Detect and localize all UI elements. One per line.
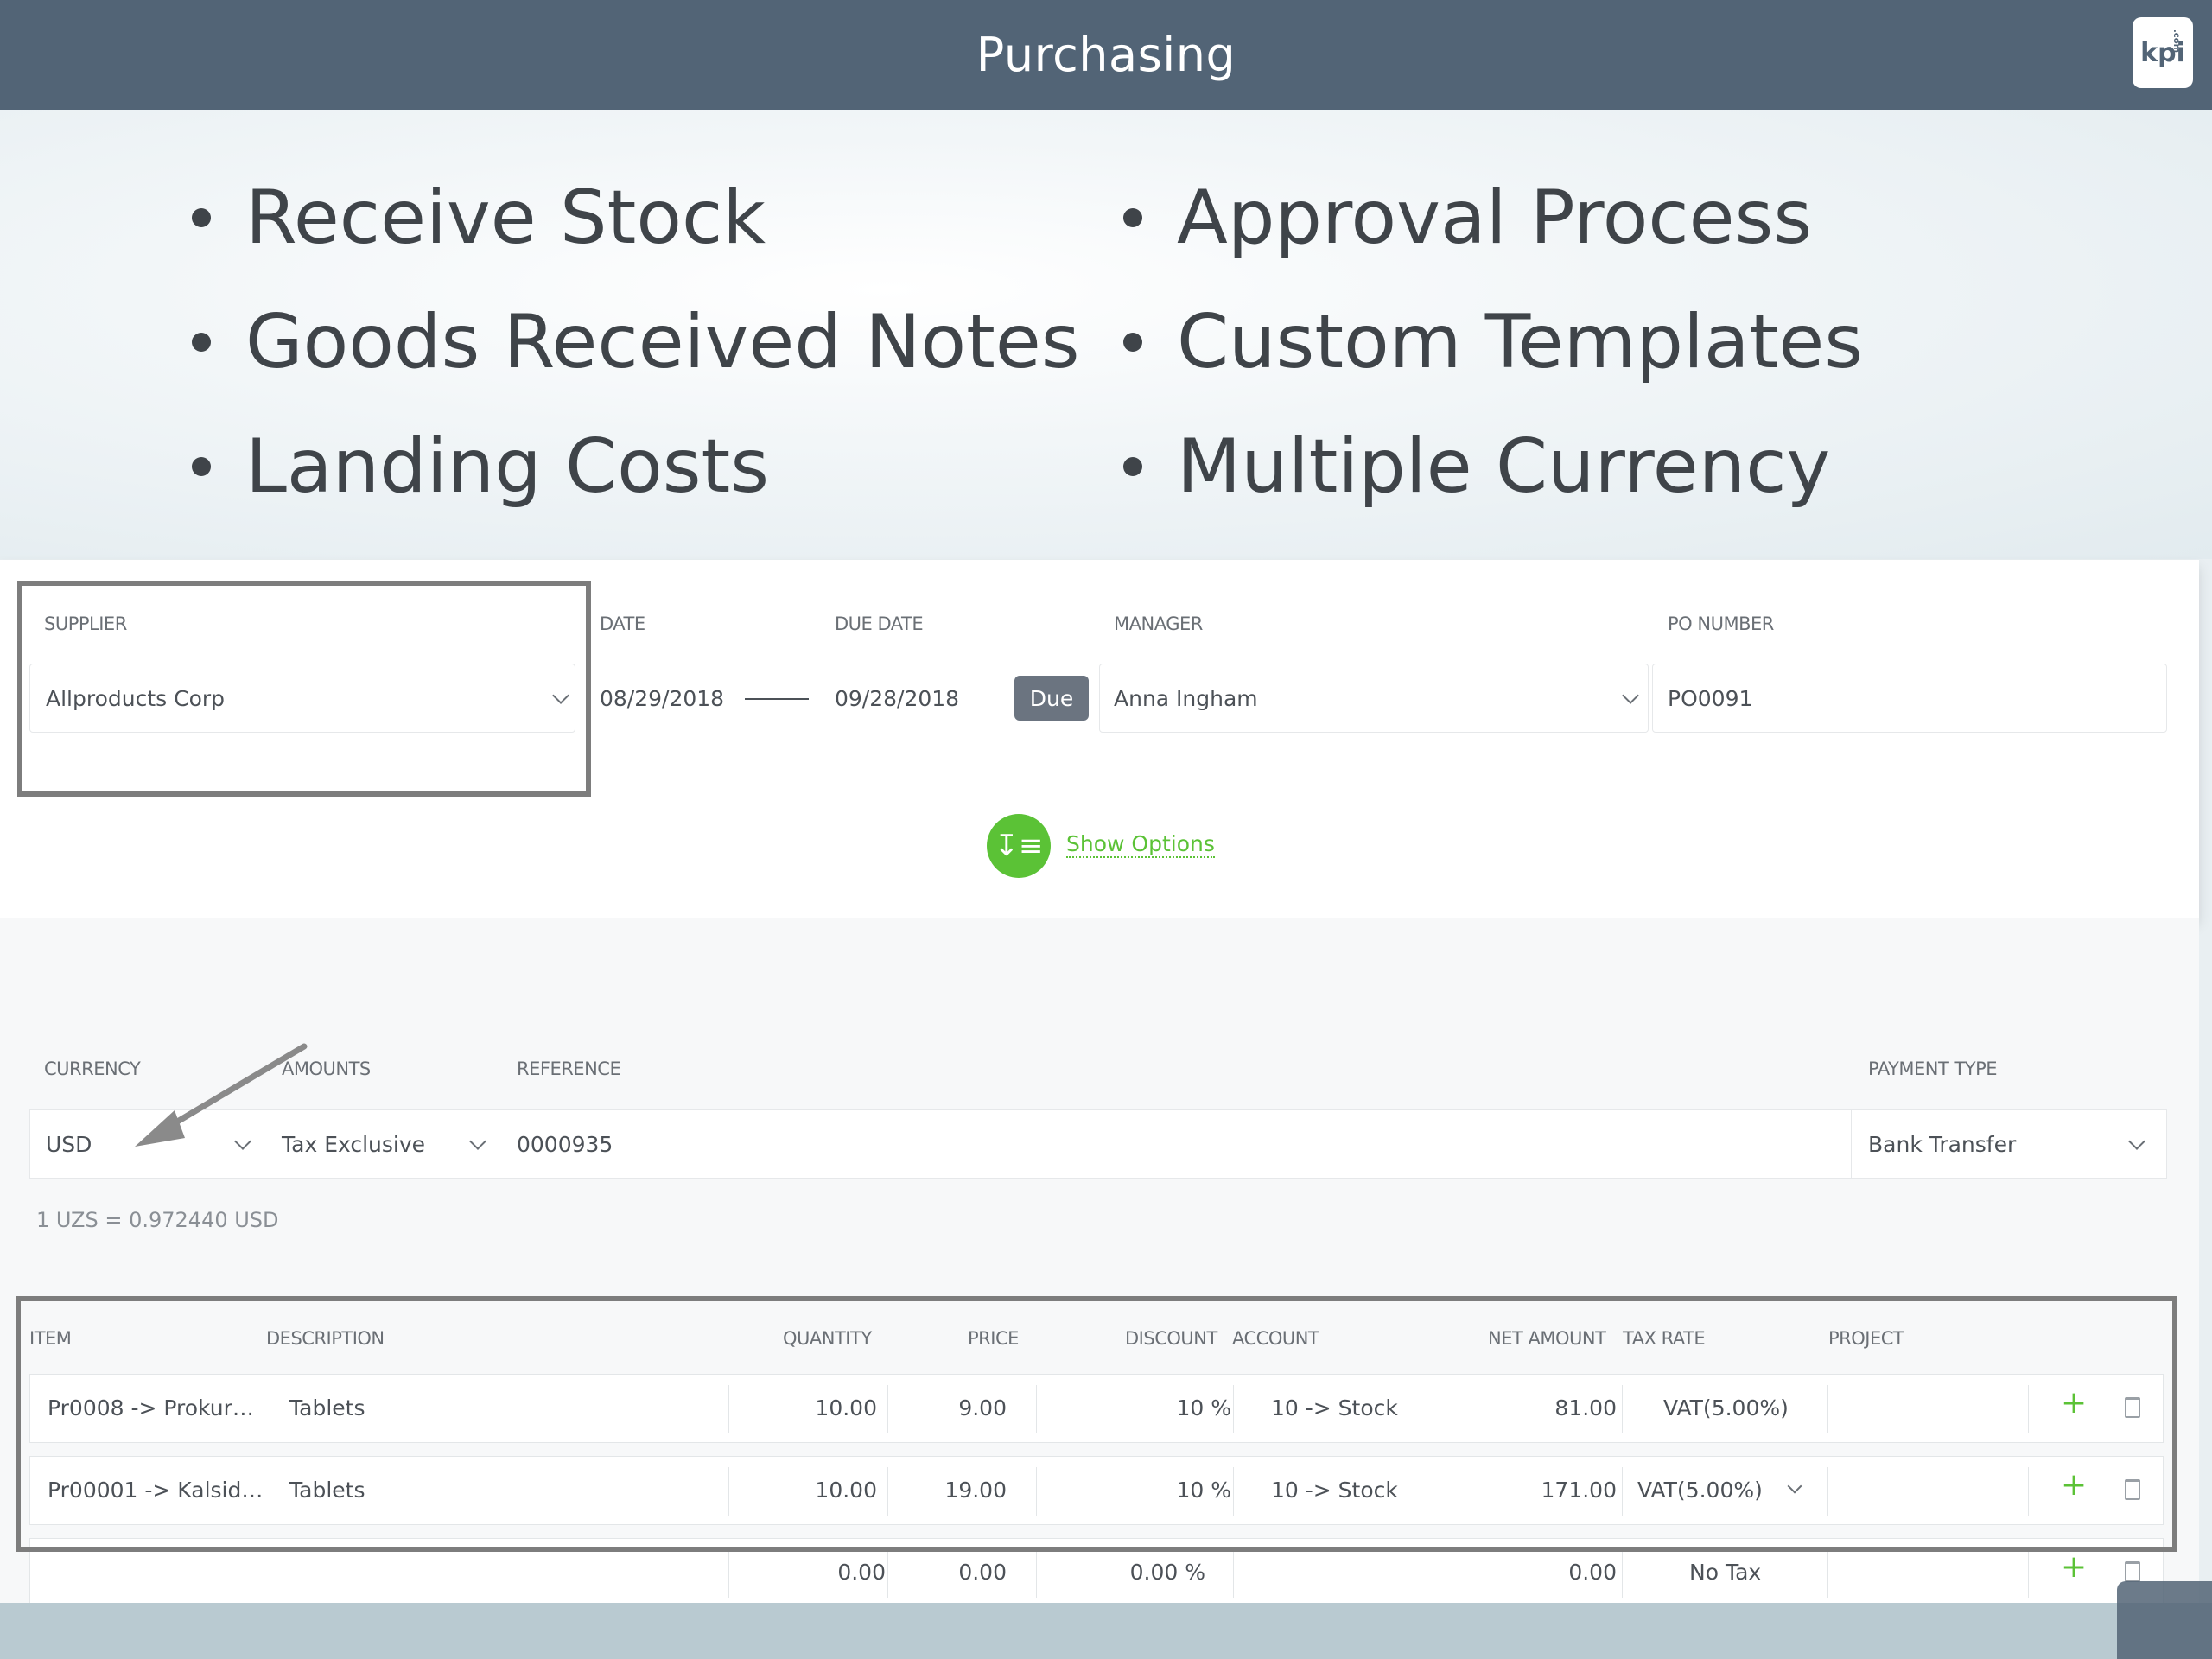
cell-divider <box>1233 1549 1234 1598</box>
po-number-value: PO0091 <box>1668 686 1753 711</box>
quantity-input[interactable]: 0.00 <box>739 1560 886 1585</box>
trash-icon[interactable] <box>2125 1561 2140 1582</box>
due-date-label: DUE DATE <box>835 613 924 634</box>
line-items-highlight-box <box>16 1296 2177 1552</box>
show-options-link[interactable]: Show Options <box>1066 831 1215 858</box>
cell-divider <box>2028 1549 2029 1598</box>
po-number-label: PO NUMBER <box>1668 613 1774 634</box>
kpi-watermark-logo <box>2117 1581 2212 1659</box>
feature-item: Goods Received Notes <box>192 280 1080 404</box>
show-options-icon[interactable]: ↧≡ <box>987 814 1051 878</box>
feature-list-left: Receive Stock Goods Received Notes Landi… <box>192 156 1080 529</box>
slide-header: Purchasing kpi .com <box>0 0 2212 110</box>
reference-label: REFERENCE <box>517 1058 621 1079</box>
tax-rate-select[interactable]: No Tax <box>1689 1560 1761 1585</box>
kpi-logo: kpi .com <box>2133 17 2193 88</box>
cell-divider <box>1036 1549 1037 1598</box>
feature-item: Receive Stock <box>192 156 1080 280</box>
add-row-icon[interactable]: + <box>2061 1549 2087 1585</box>
payment-type-label: PAYMENT TYPE <box>1868 1058 1998 1079</box>
feature-item: Landing Costs <box>192 404 1080 529</box>
due-button[interactable]: Due <box>1014 676 1089 721</box>
due-date-input[interactable]: 09/28/2018 <box>835 686 959 711</box>
cell-divider <box>887 1549 888 1598</box>
feature-list-right: Approval Process Custom Templates Multip… <box>1123 156 1863 529</box>
exchange-rate-text: 1 UZS = 0.972440 USD <box>36 1208 279 1232</box>
date-label: DATE <box>600 613 645 634</box>
feature-item: Multiple Currency <box>1123 404 1863 529</box>
logo-sub: .com <box>2171 29 2181 54</box>
discount-input[interactable]: 0.00 % <box>1041 1560 1205 1585</box>
net-amount-value: 0.00 <box>1568 1560 1617 1585</box>
manager-label: MANAGER <box>1114 613 1203 634</box>
feature-item: Approval Process <box>1123 156 1863 280</box>
page-title: Purchasing <box>976 28 1236 82</box>
footer-strip <box>0 1603 2212 1659</box>
currency-select[interactable]: USD <box>46 1132 92 1157</box>
date-range-separator <box>745 698 809 700</box>
reference-input[interactable]: 0000935 <box>517 1132 613 1157</box>
cell-divider <box>728 1549 729 1598</box>
supplier-highlight-box <box>17 581 591 797</box>
annotation-arrow <box>135 1043 308 1147</box>
cell-divider <box>1827 1549 1828 1598</box>
price-input[interactable]: 0.00 <box>894 1560 1007 1585</box>
feature-item: Custom Templates <box>1123 280 1863 404</box>
date-input[interactable]: 08/29/2018 <box>600 686 724 711</box>
payment-type-value: Bank Transfer <box>1868 1132 2017 1157</box>
cell-divider <box>1622 1549 1623 1598</box>
manager-value: Anna Ingham <box>1114 686 1258 711</box>
